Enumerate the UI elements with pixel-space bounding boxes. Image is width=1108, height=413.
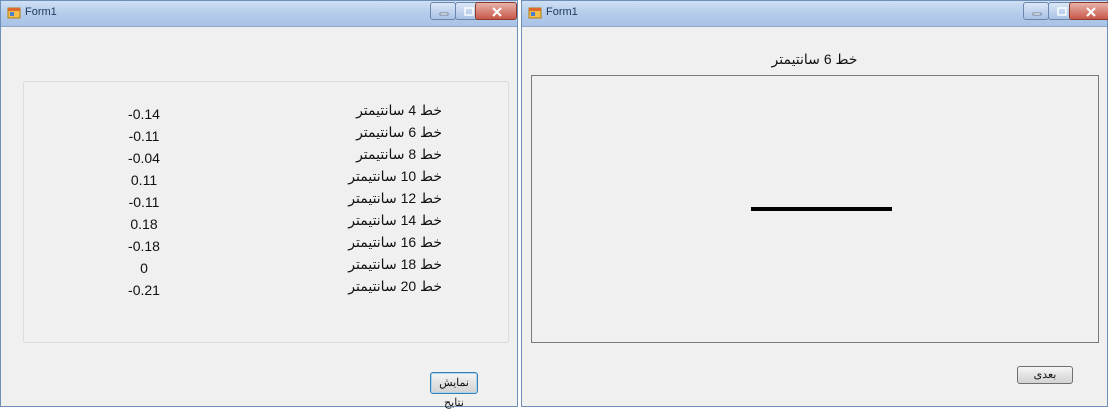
result-value: -0.14 <box>128 106 160 122</box>
next-button[interactable]: بعدی <box>1017 366 1073 384</box>
result-label: خط 18 سانتیمتر <box>348 256 442 272</box>
result-value: -0.04 <box>128 150 160 166</box>
minimize-button[interactable] <box>430 2 456 20</box>
result-row: 0.11 خط 10 سانتیمتر <box>24 168 508 190</box>
result-label: خط 4 سانتیمتر <box>356 102 442 118</box>
result-value: -0.11 <box>128 128 160 144</box>
result-label: خط 6 سانتیمتر <box>356 124 442 140</box>
results-group: -0.14 خط 4 سانتیمتر -0.11 خط 6 سانتیمتر … <box>23 81 509 343</box>
result-row: -0.04 خط 8 سانتیمتر <box>24 146 508 168</box>
result-row: -0.14 خط 4 سانتیمتر <box>24 102 508 124</box>
drawing-panel <box>531 75 1099 343</box>
show-results-button[interactable]: نمایش نتایج <box>430 372 478 409</box>
minimize-icon <box>439 12 449 16</box>
close-icon <box>1086 7 1096 17</box>
title-bar[interactable]: Form1 <box>522 1 1108 27</box>
app-icon <box>7 7 21 19</box>
close-button[interactable] <box>475 2 517 20</box>
close-icon <box>492 7 502 17</box>
result-row: -0.11 خط 6 سانتیمتر <box>24 124 508 146</box>
app-icon <box>528 7 542 19</box>
result-value: 0.18 <box>130 216 158 232</box>
minimize-button[interactable] <box>1023 2 1049 20</box>
drawn-line <box>751 207 892 211</box>
result-label: خط 16 سانتیمتر <box>348 234 442 250</box>
result-value: -0.11 <box>128 194 160 210</box>
close-button[interactable] <box>1069 2 1108 20</box>
result-label: خط 8 سانتیمتر <box>356 146 442 162</box>
result-row: 0 خط 18 سانتیمتر <box>24 256 508 278</box>
minimize-icon <box>1032 12 1042 16</box>
result-value: -0.21 <box>128 282 160 298</box>
result-row: -0.21 خط 20 سانتیمتر <box>24 278 508 300</box>
result-label: خط 10 سانتیمتر <box>348 168 442 184</box>
result-row: -0.11 خط 12 سانتیمتر <box>24 190 508 212</box>
result-label: خط 20 سانتیمتر <box>348 278 442 294</box>
result-value: 0 <box>140 260 148 276</box>
result-row: 0.18 خط 14 سانتیمتر <box>24 212 508 234</box>
result-value: 0.11 <box>130 172 158 188</box>
result-label: خط 14 سانتیمتر <box>348 212 442 228</box>
title-bar[interactable]: Form1 <box>1 1 517 27</box>
line-test-window: Form1 خط 6 سانتیمتر بعدی <box>521 0 1108 407</box>
window-title: Form1 <box>25 6 57 18</box>
result-row: -0.18 خط 16 سانتیمتر <box>24 234 508 256</box>
window-title: Form1 <box>546 6 578 18</box>
result-value: -0.18 <box>128 238 160 254</box>
line-title: خط 6 سانتیمتر <box>771 51 858 67</box>
result-label: خط 12 سانتیمتر <box>348 190 442 206</box>
results-window: Form1 -0.14 خط 4 سانتیمتر -0.11 خط 6 سان… <box>0 0 518 409</box>
